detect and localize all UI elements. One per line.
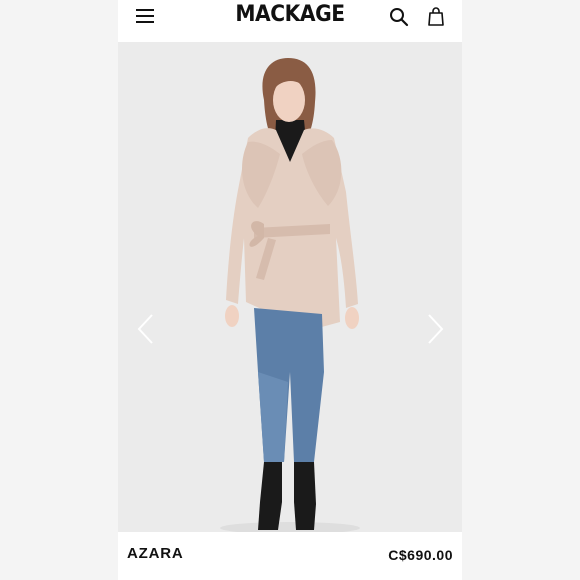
chevron-right-icon[interactable] xyxy=(423,312,447,346)
chevron-left-icon[interactable] xyxy=(134,312,158,346)
product-name[interactable]: AZARA xyxy=(127,545,184,562)
top-nav-bar: MACKAGE xyxy=(118,0,462,42)
product-info-bar: AZARA C$690.00 xyxy=(118,532,462,580)
shopping-bag-icon[interactable] xyxy=(426,6,446,26)
search-icon[interactable] xyxy=(389,7,409,27)
right-margin xyxy=(462,0,580,580)
product-photo xyxy=(118,42,462,532)
product-image-carousel[interactable] xyxy=(118,42,462,532)
product-page: MACKAGE AZARA C$690.00 xyxy=(118,0,462,580)
left-margin xyxy=(0,0,118,580)
product-price: C$690.00 xyxy=(388,547,453,563)
